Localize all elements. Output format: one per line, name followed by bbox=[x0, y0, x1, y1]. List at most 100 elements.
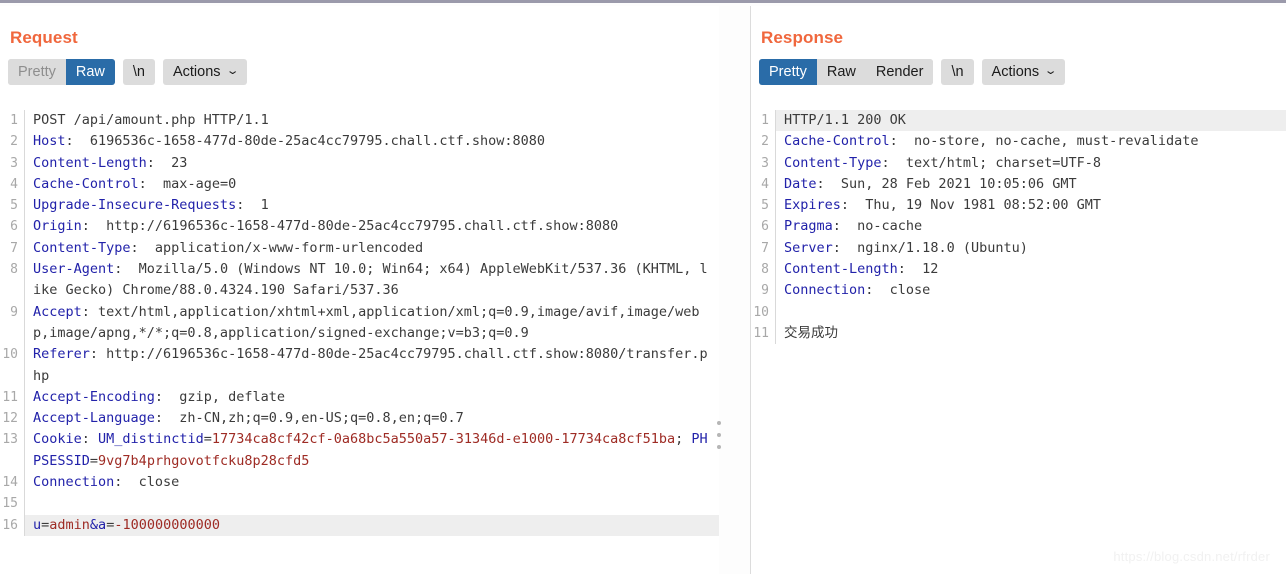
line-content[interactable]: Cookie: UM_distinctid=17734ca8cf42cf-0a6… bbox=[24, 429, 719, 473]
line-content[interactable]: Content-Length: 12 bbox=[775, 259, 1286, 281]
header-name: Cache-Control bbox=[784, 133, 890, 150]
line-content[interactable]: Cache-Control: max-age=0 bbox=[24, 173, 719, 196]
line-content[interactable]: Accept-Language: zh-CN,zh;q=0.9,en-US;q=… bbox=[24, 408, 719, 430]
request-panel-title: Request bbox=[10, 28, 78, 47]
header-name: u bbox=[33, 516, 42, 533]
line-content[interactable]: Accept-Encoding: gzip, deflate bbox=[24, 386, 719, 409]
response-message-body[interactable]: 1 HTTP/1.1 200 OK 2 Cache-Control: no-store… bbox=[751, 110, 1286, 574]
line-content[interactable]: Cache-Control: no-store, no-cache, must-… bbox=[775, 131, 1286, 153]
code-line: 10 bbox=[751, 301, 1286, 323]
request-view-mode-group: Pretty Raw bbox=[8, 59, 115, 85]
response-panel-title: Response bbox=[761, 28, 844, 47]
line-content[interactable]: Upgrade-Insecure-Requests: 1 bbox=[24, 195, 719, 217]
code-line: 6 Pragma: no-cache bbox=[751, 216, 1286, 238]
line-content[interactable]: u=admin&a=-100000000000 bbox=[24, 514, 719, 536]
panel-resize-handle[interactable] bbox=[714, 421, 724, 449]
code-line: 8 User-Agent: Mozilla/5.0 (Windows NT 10.… bbox=[0, 259, 719, 302]
header-value: : text/html,application/xhtml+xml,applic… bbox=[33, 303, 700, 341]
header-value: : Mozilla/5.0 (Windows NT 10.0; Win64; x… bbox=[33, 261, 708, 299]
header-name: Cookie bbox=[33, 431, 82, 448]
code-line: 2 Host: 6196536c-1658-477d-80de-25ac4cc79… bbox=[0, 131, 719, 153]
http-message-viewer: Request Pretty Raw \n Actions ⌄ 1 POST /a… bbox=[0, 0, 1286, 574]
line-number: 9 bbox=[10, 304, 18, 320]
line-content[interactable]: Referer: http://6196536c-1658-477d-80de-… bbox=[24, 344, 719, 387]
line-number: 7 bbox=[761, 240, 769, 256]
highlighted-value: 9vg7b4prhgovotfcku8p28cfd5 bbox=[98, 452, 310, 469]
header-value: ; bbox=[675, 431, 692, 448]
code-line: 14 Connection: close bbox=[0, 472, 719, 494]
line-content[interactable]: Content-Type: application/x-www-form-url… bbox=[24, 237, 719, 260]
request-actions-group: Actions ⌄ bbox=[162, 59, 247, 85]
request-newline-button[interactable]: \n bbox=[122, 59, 155, 85]
header-name: Server bbox=[784, 239, 833, 256]
response-tab-render[interactable]: Render bbox=[865, 59, 934, 85]
request-actions-button[interactable]: Actions ⌄ bbox=[162, 59, 247, 85]
header-name: Accept bbox=[33, 303, 82, 320]
line-content[interactable]: Content-Type: text/html; charset=UTF-8 bbox=[775, 152, 1286, 174]
line-content[interactable]: Date: Sun, 28 Feb 2021 10:05:06 GMT bbox=[775, 173, 1286, 196]
line-number: 5 bbox=[10, 198, 18, 214]
header-value: : 6196536c-1658-477d-80de-25ac4cc79795.c… bbox=[65, 133, 546, 150]
line-number: 12 bbox=[2, 411, 18, 427]
line-content[interactable] bbox=[775, 301, 1286, 323]
line-content[interactable]: Pragma: no-cache bbox=[775, 216, 1286, 238]
code-line: 11 交易成功 bbox=[751, 322, 1286, 345]
line-content[interactable]: User-Agent: Mozilla/5.0 (Windows NT 10.0… bbox=[24, 259, 719, 302]
code-line: 1 HTTP/1.1 200 OK bbox=[751, 110, 1286, 132]
line-number: 1 bbox=[761, 113, 769, 128]
line-content[interactable]: POST /api/amount.php HTTP/1.1 bbox=[24, 110, 719, 132]
request-toolbar: Pretty Raw \n Actions ⌄ bbox=[8, 59, 719, 85]
handle-dot-icon bbox=[717, 433, 721, 437]
line-number: 10 bbox=[2, 347, 18, 363]
code-line: 5 Expires: Thu, 19 Nov 1981 08:52:00 GMT bbox=[751, 195, 1286, 217]
line-number: 8 bbox=[10, 262, 18, 278]
header-name: Connection bbox=[784, 282, 866, 299]
header-value: : max-age=0 bbox=[138, 175, 237, 192]
header-name: &a bbox=[89, 516, 107, 533]
request-tab-raw[interactable]: Raw bbox=[65, 59, 115, 85]
response-newline-button[interactable]: \n bbox=[941, 59, 974, 85]
line-content[interactable]: 交易成功 bbox=[775, 322, 1286, 345]
line-content[interactable]: Server: nginx/1.18.0 (Ubuntu) bbox=[775, 237, 1286, 260]
line-number: 6 bbox=[761, 219, 769, 235]
line-content[interactable]: Connection: close bbox=[24, 472, 719, 494]
request-message-body[interactable]: 1 POST /api/amount.php HTTP/1.1 2 Host: 619… bbox=[0, 110, 719, 574]
header-value: : zh-CN,zh;q=0.9,en-US;q=0.8,en;q=0.7 bbox=[154, 410, 464, 427]
line-number: 14 bbox=[2, 475, 18, 491]
response-panel: Response Pretty Raw Render \n Actions ⌄ … bbox=[751, 6, 1286, 574]
request-tab-pretty[interactable]: Pretty bbox=[8, 59, 66, 85]
code-line: 2 Cache-Control: no-store, no-cache, must… bbox=[751, 131, 1286, 153]
line-content[interactable]: Expires: Thu, 19 Nov 1981 08:52:00 GMT bbox=[775, 195, 1286, 217]
code-line: 4 Cache-Control: max-age=0 bbox=[0, 173, 719, 196]
handle-dot-icon bbox=[717, 421, 721, 425]
code-line: 3 Content-Length: 23 bbox=[0, 152, 719, 174]
header-name: User-Agent bbox=[33, 261, 115, 278]
response-tab-raw[interactable]: Raw bbox=[816, 59, 866, 85]
header-value: HTTP/1.1 200 OK bbox=[784, 112, 906, 128]
header-value: : close bbox=[865, 282, 931, 299]
line-number: 16 bbox=[2, 517, 18, 533]
header-value: 交易成功 bbox=[784, 324, 838, 341]
header-name: Content-Type bbox=[33, 239, 131, 256]
header-name: Upgrade-Insecure-Requests bbox=[33, 197, 237, 214]
code-line: 3 Content-Type: text/html; charset=UTF-8 bbox=[751, 152, 1286, 174]
header-name: Content-Length bbox=[33, 154, 147, 171]
line-content[interactable]: Origin: http://6196536c-1658-477d-80de-2… bbox=[24, 216, 719, 238]
code-line: 7 Server: nginx/1.18.0 (Ubuntu) bbox=[751, 237, 1286, 260]
header-name: UM_distinctid bbox=[98, 431, 204, 448]
header-value: : Sun, 28 Feb 2021 10:05:06 GMT bbox=[816, 175, 1077, 192]
line-content[interactable]: Accept: text/html,application/xhtml+xml,… bbox=[24, 301, 719, 345]
line-content[interactable]: Content-Length: 23 bbox=[24, 152, 719, 174]
header-name: Date bbox=[784, 175, 817, 192]
line-content[interactable]: Host: 6196536c-1658-477d-80de-25ac4cc797… bbox=[24, 131, 719, 153]
line-content[interactable]: HTTP/1.1 200 OK bbox=[775, 110, 1286, 132]
line-number: 1 bbox=[10, 113, 18, 128]
line-number: 2 bbox=[10, 134, 18, 150]
response-actions-group: Actions ⌄ bbox=[981, 59, 1066, 85]
response-actions-button[interactable]: Actions ⌄ bbox=[981, 59, 1066, 85]
line-content[interactable]: Connection: close bbox=[775, 280, 1286, 302]
header-value: : no-store, no-cache, must-revalidate bbox=[889, 133, 1199, 150]
response-tab-pretty[interactable]: Pretty bbox=[759, 59, 817, 85]
code-line: 16 u=admin&a=-100000000000 bbox=[0, 514, 719, 536]
line-content[interactable] bbox=[24, 493, 719, 515]
